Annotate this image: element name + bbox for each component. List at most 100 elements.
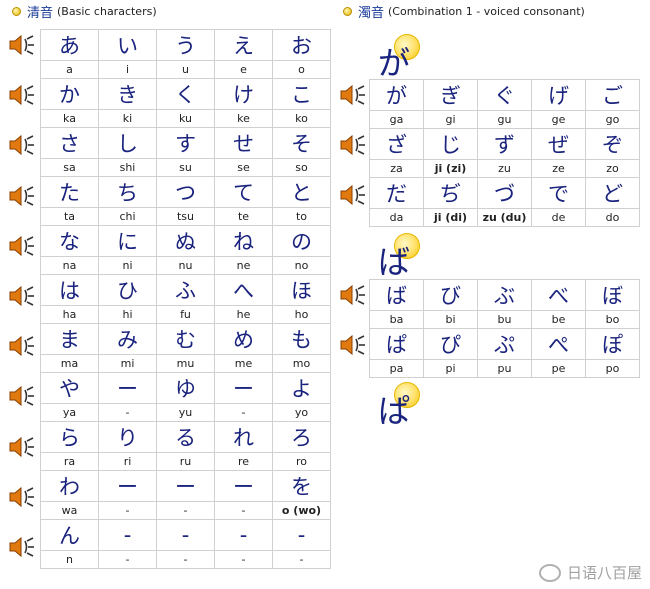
kana-cell: し xyxy=(98,127,157,159)
speaker-icon[interactable] xyxy=(8,185,36,207)
romaji-cell: yu xyxy=(156,403,215,422)
bullet-dot-icon xyxy=(12,6,21,16)
kana-cell: る xyxy=(156,421,215,453)
speaker-icon[interactable] xyxy=(8,235,36,257)
romaji-cell: yo xyxy=(272,403,331,422)
kana-row: はひふへほ xyxy=(40,274,331,306)
romaji-cell: zo xyxy=(585,159,640,178)
right-title-kanji: 濁音 xyxy=(358,5,385,21)
romaji-cell: za xyxy=(369,159,424,178)
speaker-icon[interactable] xyxy=(8,34,36,56)
kana-cell: ー xyxy=(98,470,157,502)
romaji-cell: ma xyxy=(40,354,99,373)
romaji-cell: ku xyxy=(156,109,215,128)
romaji-cell: mu xyxy=(156,354,215,373)
kana-cell: - xyxy=(156,519,215,551)
kana-cell: ー xyxy=(214,372,273,404)
marker-pa-char: ぱ xyxy=(378,392,411,430)
kana-cell: で xyxy=(531,177,586,209)
romaji-row: ta chi tsu te to xyxy=(40,207,331,226)
marker-ga: が xyxy=(378,34,420,84)
kana-cell: び xyxy=(423,279,478,311)
kana-cell: ぴ xyxy=(423,328,478,360)
right-section-title: 濁音 (Combination 1 - voiced consonant) xyxy=(343,2,585,21)
speaker-icon[interactable] xyxy=(339,84,367,106)
speaker-icon[interactable] xyxy=(339,334,367,356)
bullet-dot-icon xyxy=(343,6,352,16)
romaji-cell: ri xyxy=(98,452,157,471)
speaker-icon[interactable] xyxy=(339,284,367,306)
kana-cell: に xyxy=(98,225,157,257)
kana-cell: ぱ xyxy=(369,328,424,360)
kana-cell: き xyxy=(98,78,157,110)
romaji-cell: me xyxy=(214,354,273,373)
voiced-kana-table-1: がぎぐげご ga gi gu ge go ざじずぜぞ za ji (zi) zu ze zo だぢづでど… xyxy=(369,79,640,227)
kana-row: あいうえお xyxy=(40,29,331,61)
romaji-cell: - xyxy=(98,403,157,422)
kana-cell: へ xyxy=(214,274,273,306)
romaji-cell: e xyxy=(214,60,273,79)
kana-cell: だ xyxy=(369,177,424,209)
romaji-cell: ho xyxy=(272,305,331,324)
basic-kana-table: あいうえお a i u e o かきくけこ ka ki ku ke ko さしすせそ sa shi su se s… xyxy=(40,29,331,569)
speaker-icon[interactable] xyxy=(339,184,367,206)
marker-ga-char: が xyxy=(378,44,411,82)
kana-cell: か xyxy=(40,78,99,110)
speaker-icon[interactable] xyxy=(8,285,36,307)
kana-cell: ら xyxy=(40,421,99,453)
romaji-cell: ha xyxy=(40,305,99,324)
romaji-cell: ka xyxy=(40,109,99,128)
kana-cell: め xyxy=(214,323,273,355)
romaji-cell: bu xyxy=(477,310,532,329)
romaji-cell: zu (du) xyxy=(477,208,532,227)
romaji-cell: - xyxy=(214,550,273,569)
speaker-icon[interactable] xyxy=(339,134,367,156)
romaji-row: ka ki ku ke ko xyxy=(40,109,331,128)
romaji-cell: ru xyxy=(156,452,215,471)
speaker-icon[interactable] xyxy=(8,134,36,156)
kana-cell: ぞ xyxy=(585,128,640,160)
romaji-cell: o (wo) xyxy=(272,501,331,520)
kana-cell: ー xyxy=(98,372,157,404)
kana-row: わーーーを xyxy=(40,470,331,502)
romaji-cell: be xyxy=(531,310,586,329)
romaji-cell: mi xyxy=(98,354,157,373)
kana-cell: ー xyxy=(156,470,215,502)
speaker-icon[interactable] xyxy=(8,436,36,458)
kana-cell: ご xyxy=(585,79,640,111)
kana-cell: う xyxy=(156,29,215,61)
kana-cell: さ xyxy=(40,127,99,159)
kana-cell: ほ xyxy=(272,274,331,306)
romaji-row: ha hi fu he ho xyxy=(40,305,331,324)
romaji-cell: go xyxy=(585,110,640,129)
romaji-cell: de xyxy=(531,208,586,227)
romaji-row: ba bi bu be bo xyxy=(369,310,640,329)
romaji-cell: - xyxy=(272,550,331,569)
voiced-kana-table-2: ばびぶべぼ ba bi bu be bo ぱぴぷぺぽ pa pi pu pe po xyxy=(369,279,640,378)
kana-cell: ね xyxy=(214,225,273,257)
kana-row: らりるれろ xyxy=(40,421,331,453)
romaji-cell: ba xyxy=(369,310,424,329)
romaji-cell: ta xyxy=(40,207,99,226)
speaker-icon[interactable] xyxy=(8,536,36,558)
romaji-cell: ji (zi) xyxy=(423,159,478,178)
speaker-icon[interactable] xyxy=(8,486,36,508)
kana-row: ん---- xyxy=(40,519,331,551)
speaker-icon[interactable] xyxy=(8,385,36,407)
romaji-cell: - xyxy=(214,403,273,422)
speaker-icon[interactable] xyxy=(8,335,36,357)
romaji-cell: ke xyxy=(214,109,273,128)
romaji-cell: fu xyxy=(156,305,215,324)
romaji-cell: u xyxy=(156,60,215,79)
kana-cell: ふ xyxy=(156,274,215,306)
romaji-cell: ni xyxy=(98,256,157,275)
romaji-cell: ra xyxy=(40,452,99,471)
romaji-row: sa shi su se so xyxy=(40,158,331,177)
kana-cell: た xyxy=(40,176,99,208)
romaji-cell: mo xyxy=(272,354,331,373)
kana-cell: ぷ xyxy=(477,328,532,360)
kana-cell: つ xyxy=(156,176,215,208)
kana-cell: ぢ xyxy=(423,177,478,209)
kana-cell: ど xyxy=(585,177,640,209)
speaker-icon[interactable] xyxy=(8,84,36,106)
